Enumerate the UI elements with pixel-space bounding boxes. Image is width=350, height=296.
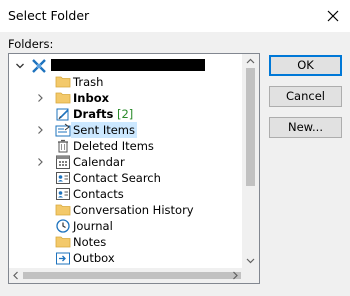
horizontal-scrollbar[interactable] — [9, 268, 259, 283]
select-folder-dialog: Select Folder Folders: Trash Inbox Draft… — [0, 0, 350, 296]
trash-can-icon — [55, 138, 71, 154]
tree-root-account[interactable] — [9, 58, 242, 74]
folder-icon — [55, 234, 71, 250]
window-title: Select Folder — [8, 8, 90, 23]
unread-count-badge: [2] — [116, 107, 134, 121]
chevron-down-icon[interactable] — [15, 58, 25, 74]
folder-icon — [55, 202, 71, 218]
contacts-icon — [55, 170, 71, 186]
vertical-scroll-thumb[interactable] — [246, 68, 255, 186]
tree-item-inbox[interactable]: Inbox — [9, 90, 242, 106]
tree-item-label: Inbox — [73, 91, 110, 105]
tree-item-label: Sent Items — [71, 122, 137, 138]
scrollbar-corner — [242, 268, 259, 283]
vertical-scrollbar[interactable] — [242, 54, 259, 268]
tree-item-conversation-history[interactable]: Conversation History — [9, 202, 242, 218]
tree-item-label: Drafts — [73, 107, 114, 121]
contacts-icon — [55, 186, 71, 202]
tree-item-text: Drafts [2] — [71, 106, 135, 122]
ok-button[interactable]: OK — [269, 55, 342, 76]
horizontal-scroll-thumb[interactable] — [23, 272, 241, 279]
folders-label: Folders: — [8, 37, 54, 51]
tree-item-trash[interactable]: Trash — [9, 74, 242, 90]
tree-item-outbox[interactable]: Outbox — [9, 250, 242, 266]
tree-item-label: Outbox — [73, 251, 115, 265]
tree-item-label: Conversation History — [73, 203, 194, 217]
cancel-button[interactable]: Cancel — [269, 86, 342, 107]
tree-item-drafts[interactable]: Drafts [2] — [9, 106, 242, 122]
journal-icon — [55, 218, 71, 234]
tree-item-notes[interactable]: Notes — [9, 234, 242, 250]
chevron-right-icon[interactable] — [35, 154, 45, 170]
drafts-icon — [55, 106, 71, 122]
chevron-right-icon[interactable] — [35, 90, 45, 106]
sent-items-icon — [55, 122, 71, 138]
tree-item-label: Trash — [73, 75, 104, 89]
scroll-left-arrow-icon[interactable] — [9, 268, 23, 283]
folder-tree[interactable]: Trash Inbox Drafts [2] Sent Items Delete… — [8, 53, 260, 284]
tree-item-calendar[interactable]: Calendar — [9, 154, 242, 170]
new-folder-button[interactable]: New... — [269, 117, 342, 138]
tree-item-contact-search[interactable]: Contact Search — [9, 170, 242, 186]
tree-item-deleted-items[interactable]: Deleted Items — [9, 138, 242, 154]
tree-item-label: Contact Search — [73, 171, 161, 185]
tree-item-label: Deleted Items — [73, 139, 154, 153]
tree-item-label: Journal — [73, 219, 113, 233]
tree-item-label: Notes — [73, 235, 107, 249]
tree-item-label: Contacts — [73, 187, 124, 201]
folder-tree-rows: Trash Inbox Drafts [2] Sent Items Delete… — [9, 54, 242, 268]
folder-icon — [55, 74, 71, 90]
scroll-up-arrow-icon[interactable] — [242, 54, 259, 68]
outbox-icon — [55, 250, 71, 266]
tree-item-journal[interactable]: Journal — [9, 218, 242, 234]
title-bar: Select Folder — [0, 0, 350, 32]
chevron-right-icon[interactable] — [35, 122, 45, 138]
tree-item-contacts[interactable]: Contacts — [9, 186, 242, 202]
close-icon[interactable] — [322, 5, 344, 27]
scroll-down-arrow-icon[interactable] — [242, 254, 259, 268]
calendar-icon — [55, 154, 71, 170]
redacted-account-name — [51, 59, 205, 71]
exchange-account-icon — [31, 58, 47, 74]
folder-icon — [55, 90, 71, 106]
tree-item-sent-items[interactable]: Sent Items — [9, 122, 242, 138]
scroll-right-arrow-icon[interactable] — [228, 268, 242, 283]
tree-item-label: Calendar — [73, 155, 125, 169]
